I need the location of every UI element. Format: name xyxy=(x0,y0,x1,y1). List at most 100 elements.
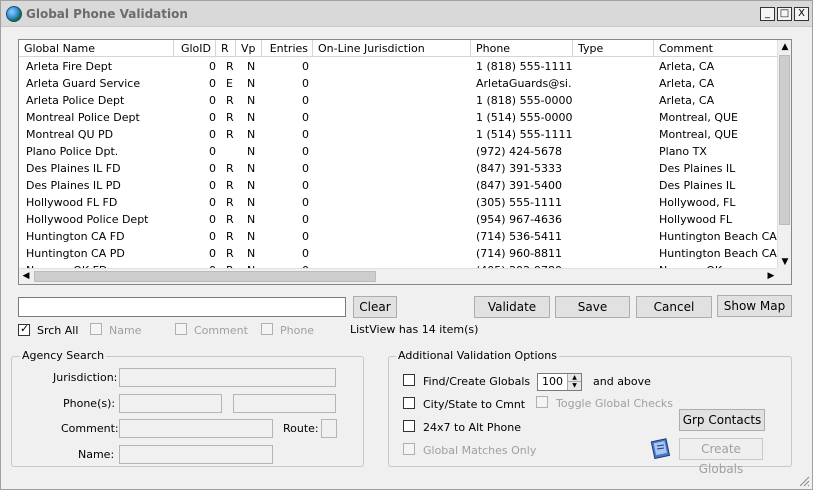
toggle-global-checks-checkbox[interactable] xyxy=(536,396,548,408)
cell-vp: N xyxy=(247,196,256,209)
srch-all-checkbox[interactable]: ✓ xyxy=(18,322,30,336)
global-matches-only-checkbox[interactable] xyxy=(403,443,415,455)
name-checkbox[interactable] xyxy=(90,323,102,335)
column-header-entries[interactable]: Entries xyxy=(262,40,313,57)
table-row[interactable]: Arleta Guard Service 0 E N 0 ArletaGuards@si.… xyxy=(19,75,780,92)
cell-entries: 0 xyxy=(302,196,309,209)
threshold-spinner[interactable]: 100 ▲ ▼ xyxy=(537,373,582,391)
cell-r: R xyxy=(226,247,234,260)
cell-entries: 0 xyxy=(302,60,309,73)
column-header-type[interactable]: Type xyxy=(573,40,654,57)
agency-search-title: Agency Search xyxy=(20,349,107,363)
cell-entries: 0 xyxy=(302,128,309,141)
table-row[interactable]: Arleta Police Dept 0 R N 0 1 (818) 555-0000 Ar… xyxy=(19,92,780,109)
validate-button[interactable]: Validate xyxy=(474,296,550,318)
cell-global-name: Arleta Police Dept xyxy=(26,94,125,107)
table-row[interactable]: Arleta Fire Dept 0 R N 0 1 (818) 555-1111 Arle… xyxy=(19,58,780,75)
alt-phone-checkbox[interactable] xyxy=(403,420,415,432)
cell-type xyxy=(578,75,652,92)
cell-phone: (972) 424-5678 xyxy=(476,145,563,158)
city-state-checkbox[interactable] xyxy=(403,397,415,409)
cell-gloid: 0 xyxy=(209,247,216,260)
grp-contacts-button[interactable]: Grp Contacts xyxy=(679,409,765,431)
scroll-down-icon[interactable]: ▼ xyxy=(778,255,791,269)
cell-r: R xyxy=(226,213,234,226)
phone-checkbox[interactable] xyxy=(261,323,273,335)
vertical-scroll-thumb[interactable] xyxy=(779,55,790,225)
table-row[interactable]: Huntington CA FD 0 R N 0 (714) 536-5411 Huntin… xyxy=(19,228,780,245)
name-field[interactable] xyxy=(119,445,273,464)
cell-comment: Plano TX xyxy=(659,145,707,158)
search-input[interactable] xyxy=(18,297,346,317)
table-row[interactable]: Plano Police Dpt. 0 N 0 (972) 424-5678 Plano … xyxy=(19,143,780,160)
cell-vp: N xyxy=(247,128,256,141)
cell-global-name: Montreal QU PD xyxy=(26,128,114,141)
phones-label: Phone(s): xyxy=(63,397,116,410)
cell-jurisdiction xyxy=(318,194,468,211)
table-row[interactable]: Huntington CA PD 0 R N 0 (714) 960-8811 Huntin… xyxy=(19,245,780,262)
table-row[interactable]: Montreal QU PD 0 R N 0 1 (514) 555-1111 Montre… xyxy=(19,126,780,143)
cell-global-name: Arleta Guard Service xyxy=(26,77,141,90)
results-listview[interactable]: Global Name GloID R Vp Entries On-Line J… xyxy=(18,39,792,285)
create-globals-button[interactable]: Create Globals xyxy=(679,438,763,476)
route-label: Route: xyxy=(283,422,319,435)
column-header-comment[interactable]: Comment xyxy=(654,40,780,57)
cell-gloid: 0 xyxy=(209,230,216,243)
cell-global-name: Huntington CA FD xyxy=(26,230,125,243)
cancel-button[interactable]: Cancel xyxy=(636,296,712,318)
scroll-right-icon[interactable]: ▶ xyxy=(764,269,778,284)
table-row[interactable]: Hollywood FL FD 0 R N 0 (305) 555-1111 Hollywo… xyxy=(19,194,780,211)
column-header-phone[interactable]: Phone xyxy=(471,40,573,57)
route-field[interactable] xyxy=(321,419,337,438)
find-create-globals-checkbox[interactable] xyxy=(403,374,415,386)
phone-field-1[interactable] xyxy=(119,394,222,413)
minimize-button[interactable]: _ xyxy=(760,7,775,21)
column-header-r[interactable]: R xyxy=(216,40,236,57)
cell-comment: Hollywood FL xyxy=(659,213,733,226)
scrollbar-corner xyxy=(777,268,791,284)
resize-grip-icon[interactable] xyxy=(798,475,810,487)
cell-comment: Montreal, QUE xyxy=(659,111,739,124)
spin-up-icon[interactable]: ▲ xyxy=(567,374,581,382)
cell-type xyxy=(578,92,652,109)
globe-icon xyxy=(6,6,22,22)
table-row[interactable]: Hollywood Police Dept 0 R N 0 (954) 967-4636 H… xyxy=(19,211,780,228)
comment-field[interactable] xyxy=(119,419,273,438)
cell-vp: N xyxy=(247,111,256,124)
save-button[interactable]: Save xyxy=(555,296,630,318)
cell-global-name: Des Plaines IL PD xyxy=(26,179,121,192)
cell-jurisdiction xyxy=(318,92,468,109)
column-header-jurisdiction[interactable]: On-Line Jurisdiction xyxy=(313,40,471,57)
close-button[interactable]: X xyxy=(794,7,809,21)
column-header-vp[interactable]: Vp xyxy=(236,40,262,57)
listview-status-text: ListView has 14 item(s) xyxy=(350,323,479,336)
cell-comment: Des Plaines IL xyxy=(659,162,736,175)
table-row[interactable]: Des Plaines IL FD 0 R N 0 (847) 391-5333 Des P… xyxy=(19,160,780,177)
clear-button[interactable]: Clear xyxy=(353,296,397,318)
maximize-button[interactable]: □ xyxy=(777,7,792,21)
cell-entries: 0 xyxy=(302,94,309,107)
phone-field-2[interactable] xyxy=(233,394,336,413)
show-map-button[interactable]: Show Map xyxy=(717,295,792,317)
cell-type xyxy=(578,228,652,245)
table-row[interactable]: Des Plaines IL PD 0 R N 0 (847) 391-5400 Des P… xyxy=(19,177,780,194)
scroll-up-icon[interactable]: ▲ xyxy=(778,40,791,54)
comment-checkbox[interactable] xyxy=(175,323,187,335)
cell-gloid: 0 xyxy=(209,77,216,90)
spin-down-icon[interactable]: ▼ xyxy=(567,382,581,390)
cell-entries: 0 xyxy=(302,162,309,175)
horizontal-scroll-thumb[interactable] xyxy=(34,271,376,282)
cell-phone: (847) 391-5400 xyxy=(476,179,563,192)
cell-r: R xyxy=(226,111,234,124)
cell-phone: 1 (818) 555-1111 xyxy=(476,60,572,73)
alt-phone-label: 24x7 to Alt Phone xyxy=(423,421,522,434)
phone-filter-label: Phone xyxy=(280,324,315,337)
table-row[interactable]: Montreal Police Dept 0 R N 0 1 (514) 555-0000… xyxy=(19,109,780,126)
scroll-left-icon[interactable]: ◀ xyxy=(19,269,33,284)
cell-phone: (714) 960-8811 xyxy=(476,247,563,260)
vertical-scrollbar[interactable]: ▲ ▼ xyxy=(777,40,791,269)
column-header-global-name[interactable]: Global Name xyxy=(19,40,174,57)
jurisdiction-field[interactable] xyxy=(119,368,336,387)
horizontal-scrollbar[interactable]: ◀ ▶ xyxy=(19,268,780,284)
column-header-gloid[interactable]: GloID xyxy=(174,40,216,57)
